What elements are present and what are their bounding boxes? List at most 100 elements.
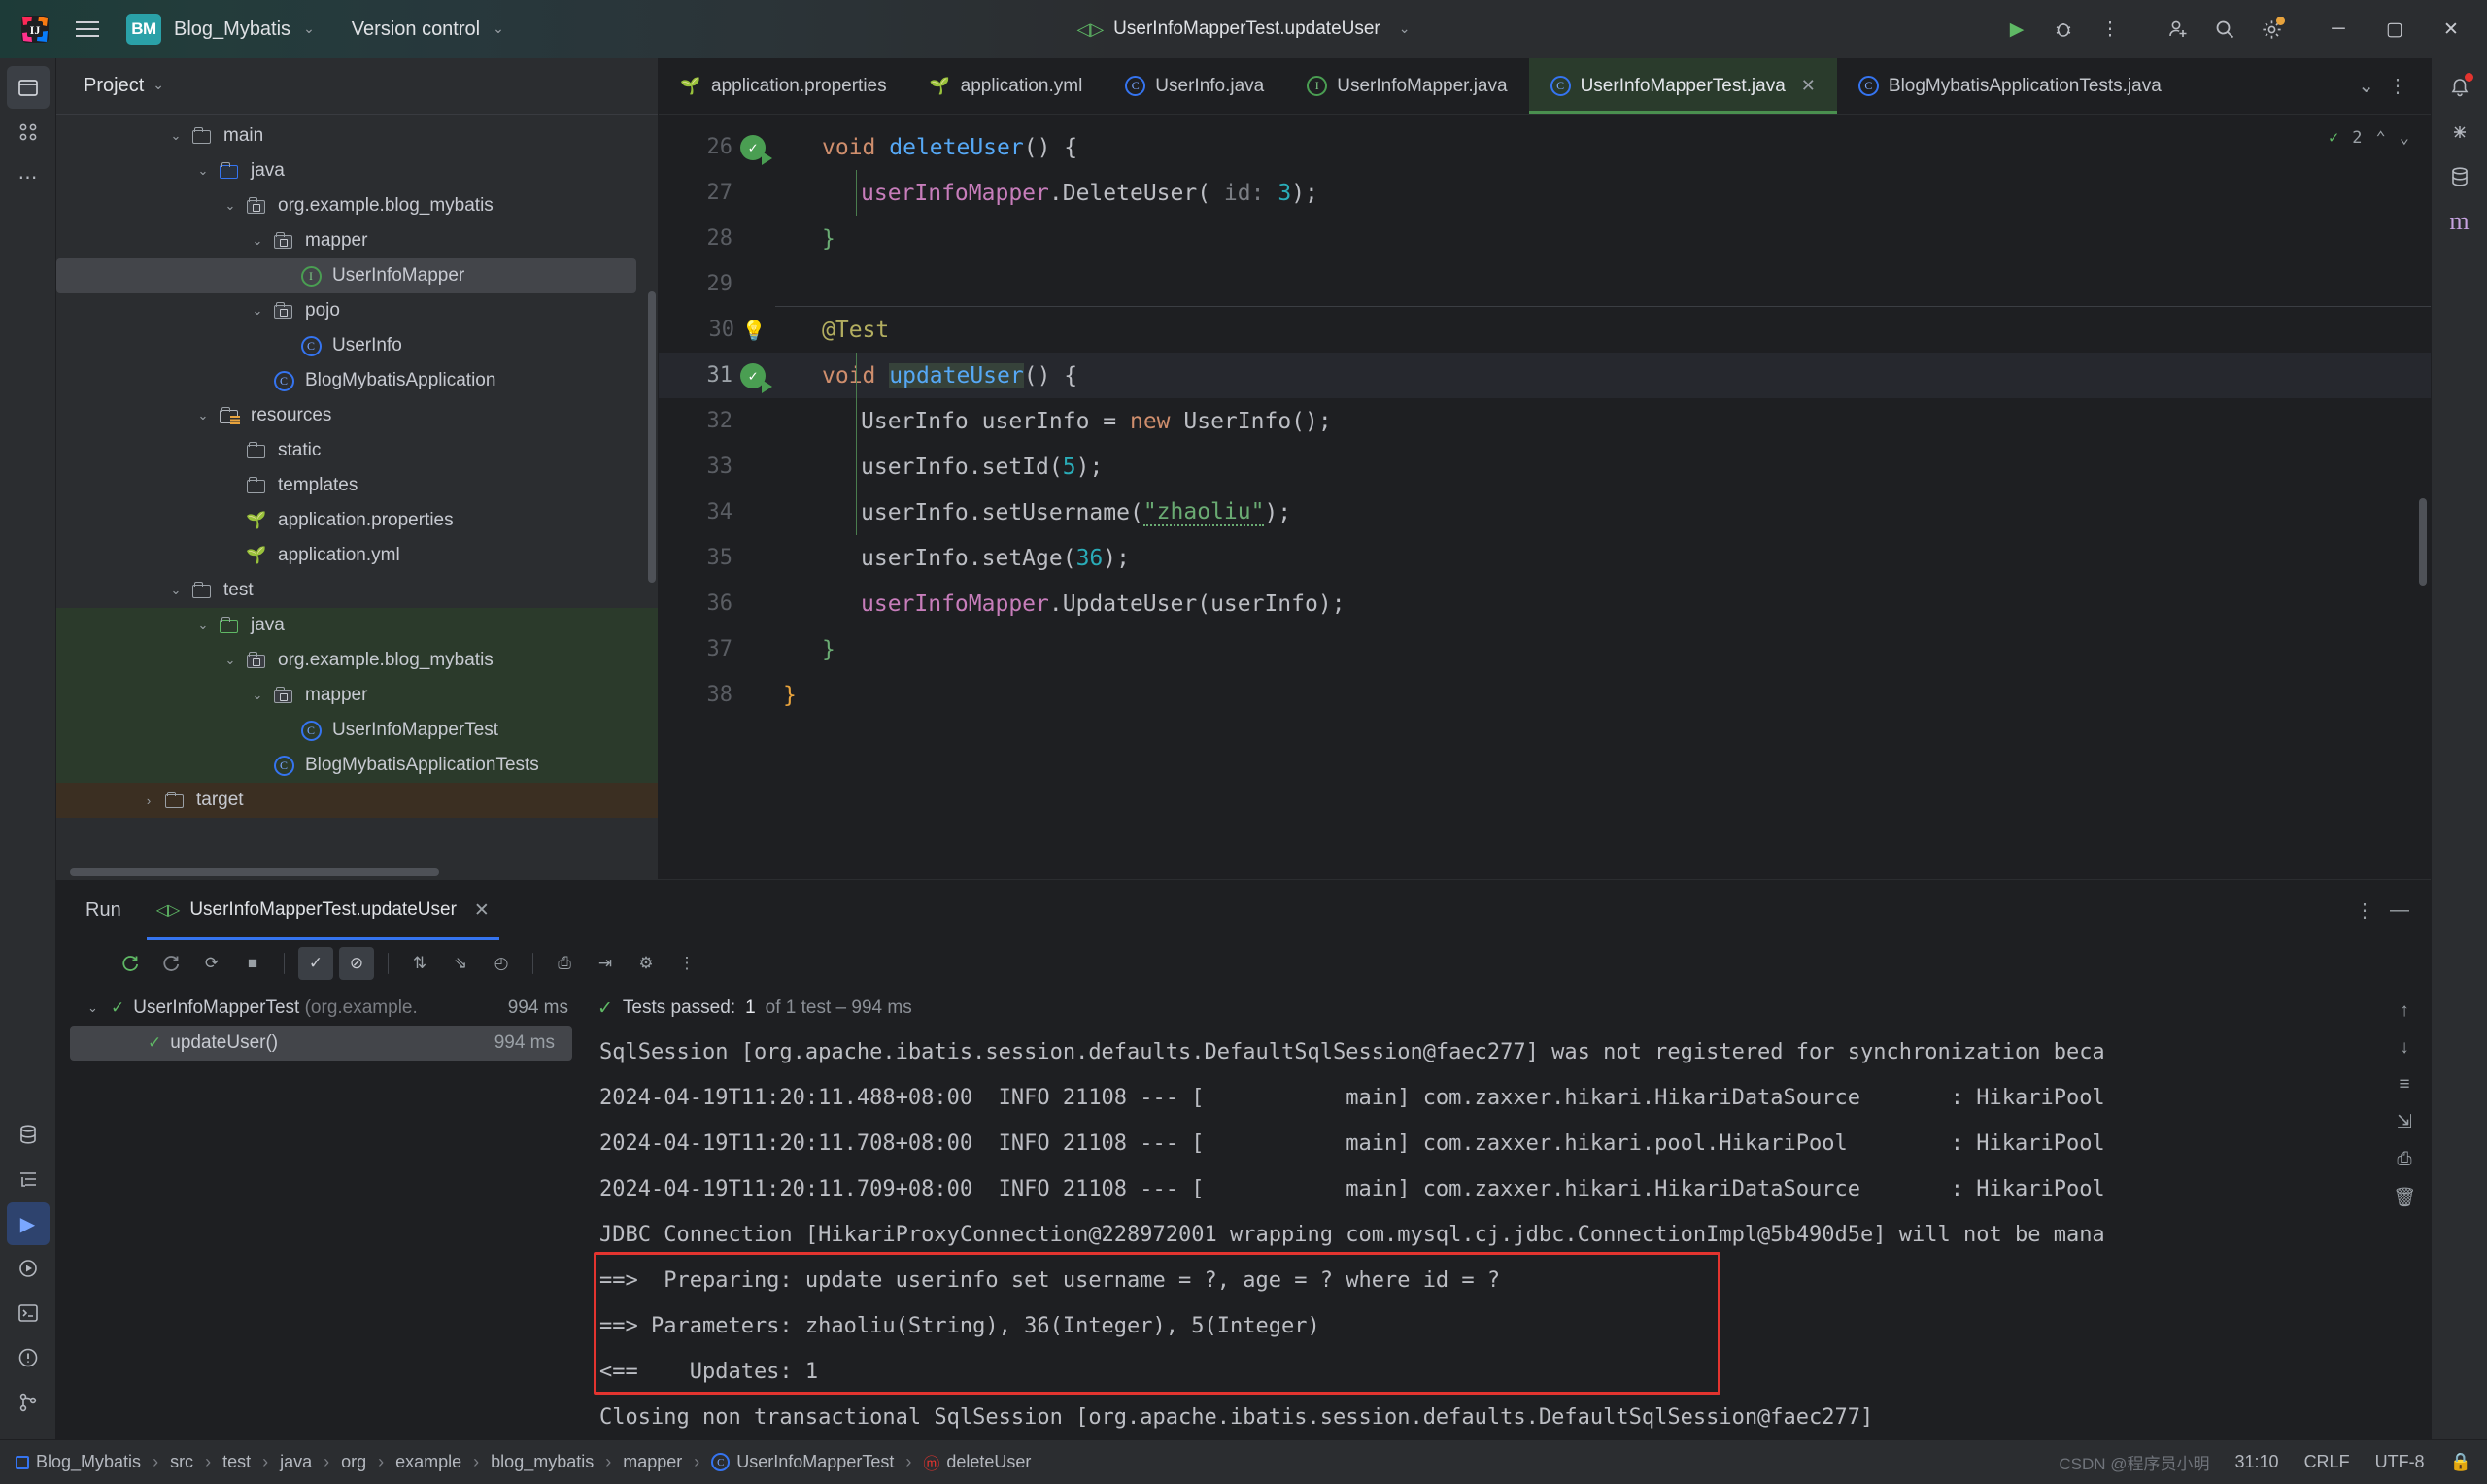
run-panel-hide-icon[interactable]: —: [2390, 899, 2409, 922]
problems-tool-window-icon[interactable]: [7, 1336, 50, 1379]
database-tool-window-icon[interactable]: [7, 1113, 50, 1156]
project-vertical-scrollbar[interactable]: [648, 291, 656, 583]
sort-duration-icon[interactable]: ⇘: [443, 947, 478, 980]
gutter-line-36[interactable]: 36: [659, 581, 775, 626]
clear-all-icon[interactable]: 🗑: [2393, 1186, 2416, 1209]
close-tab-icon[interactable]: ✕: [1801, 76, 1816, 96]
gutter-line-35[interactable]: 35: [659, 535, 775, 581]
tree-node-userinfomappertest[interactable]: C UserInfoMapperTest: [56, 713, 658, 748]
run-tool-window-icon[interactable]: ▶: [6, 1202, 50, 1245]
tree-node-org-example-blog-mybatis[interactable]: ⌄ org.example.blog_mybatis: [56, 188, 658, 223]
tree-node-resources[interactable]: ⌄ resources: [56, 398, 658, 433]
twisty-icon[interactable]: ⌄: [218, 198, 243, 214]
export-icon[interactable]: ⎙: [547, 947, 582, 980]
project-name[interactable]: Blog_Mybatis: [174, 18, 290, 41]
inspection-widget[interactable]: ✓ 2 ⌃ ⌄: [2329, 128, 2409, 148]
print-icon[interactable]: ⎙: [2397, 1149, 2411, 1170]
breadcrumb-item-org[interactable]: org: [341, 1452, 366, 1472]
code-editor[interactable]: 26 ✓ 27 28 29 30 💡 31 ✓ 32 33 34 35 36 37 38 void delet…: [659, 115, 2431, 879]
soft-wrap-icon[interactable]: ≡: [2399, 1074, 2409, 1096]
twisty-icon[interactable]: ›: [136, 793, 161, 808]
breadcrumb-item-src[interactable]: src: [170, 1452, 193, 1472]
maven-icon[interactable]: m: [2438, 200, 2481, 243]
tree-node-application-yml[interactable]: 🌱 application.yml: [56, 538, 658, 573]
editor-tab-userinfo-java[interactable]: C UserInfo.java: [1104, 58, 1285, 114]
editor-tab-blogmybatisapplicationtests-java[interactable]: C BlogMybatisApplicationTests.java: [1837, 58, 2183, 114]
breadcrumb-item-deleteuser[interactable]: ⓜ deleteUser: [923, 1450, 1031, 1474]
terminal-tool-window-icon[interactable]: [7, 1292, 50, 1334]
run-button[interactable]: ▶: [1995, 10, 2038, 49]
gutter-line-28[interactable]: 28: [659, 216, 775, 261]
twisty-icon[interactable]: ⌄: [190, 618, 216, 633]
tree-node-application-properties[interactable]: 🌱 application.properties: [56, 503, 658, 538]
tree-node-mapper[interactable]: ⌄ mapper: [56, 678, 658, 713]
twisty-icon[interactable]: ⌄: [87, 1000, 111, 1016]
breadcrumb-item-userinfomappertest[interactable]: C UserInfoMapperTest: [711, 1452, 894, 1472]
more-actions-icon[interactable]: ⋮: [2089, 10, 2131, 49]
close-button[interactable]: ✕: [2425, 9, 2477, 50]
tree-node-templates[interactable]: templates: [56, 468, 658, 503]
breadcrumb-item-test[interactable]: test: [222, 1452, 251, 1472]
project-horizontal-scrollbar[interactable]: [70, 868, 439, 876]
scroll-up-icon[interactable]: ↑: [2400, 1000, 2409, 1022]
tree-node-java[interactable]: ⌄ java: [56, 608, 658, 643]
twisty-icon[interactable]: ⌄: [245, 688, 270, 703]
sort-icon[interactable]: ⇅: [402, 947, 437, 980]
intention-bulb-icon[interactable]: 💡: [742, 319, 767, 342]
database-right-icon[interactable]: [2438, 155, 2481, 198]
settings-icon[interactable]: ⚙: [629, 947, 664, 980]
tree-node-blogmybatisapplication[interactable]: C BlogMybatisApplication: [56, 363, 658, 398]
next-problem-icon[interactable]: ⌄: [2400, 128, 2409, 148]
tab-list-chevron-down-icon[interactable]: ⌄: [2358, 74, 2374, 98]
gutter-line-27[interactable]: 27: [659, 170, 775, 216]
history-icon[interactable]: ◴: [484, 947, 519, 980]
account-icon[interactable]: [2157, 10, 2199, 49]
run-test-gutter-icon[interactable]: ✓: [740, 362, 772, 393]
twisty-icon[interactable]: ⌄: [218, 653, 243, 668]
breadcrumb-item-example[interactable]: example: [395, 1452, 461, 1472]
more-tool-windows-icon[interactable]: ⋯: [7, 155, 50, 198]
project-panel-header[interactable]: Project ⌄: [56, 58, 658, 115]
search-icon[interactable]: [2203, 10, 2246, 49]
hide-ignored-icon[interactable]: ⊘: [339, 947, 374, 980]
gutter-line-32[interactable]: 32: [659, 398, 775, 444]
gutter-line-33[interactable]: 33: [659, 444, 775, 489]
caret-position[interactable]: 31:10: [2235, 1452, 2279, 1472]
tree-node-static[interactable]: static: [56, 433, 658, 468]
run-panel-options-icon[interactable]: ⋮: [2355, 898, 2374, 923]
breadcrumb-item-java[interactable]: java: [280, 1452, 312, 1472]
prev-problem-icon[interactable]: ⌃: [2376, 128, 2386, 148]
close-session-icon[interactable]: ✕: [474, 899, 490, 922]
commit-tool-window-icon[interactable]: [7, 111, 50, 153]
twisty-icon[interactable]: ⌄: [163, 128, 188, 144]
twisty-icon[interactable]: ⌄: [245, 303, 270, 319]
gutter-line-37[interactable]: 37: [659, 626, 775, 672]
open-icon[interactable]: ⇥: [588, 947, 623, 980]
rerun-icon[interactable]: [113, 947, 148, 980]
maximize-button[interactable]: ▢: [2368, 9, 2421, 50]
code-content[interactable]: void deleteUser() { userInfoMapper. Delet…: [775, 115, 2431, 879]
project-panel-chevron-down-icon[interactable]: ⌄: [153, 77, 164, 93]
vcs-chevron-down-icon[interactable]: ⌄: [493, 20, 504, 37]
structure-tool-window-icon[interactable]: [7, 1158, 50, 1200]
tree-node-main[interactable]: ⌄ main: [56, 118, 658, 153]
more-options-icon[interactable]: ⋮: [669, 947, 704, 980]
tree-node-mapper[interactable]: ⌄ mapper: [56, 223, 658, 258]
gutter-line-30[interactable]: 30 💡: [659, 307, 775, 353]
tree-node-userinfomapper[interactable]: I UserInfoMapper: [56, 258, 636, 293]
twisty-icon[interactable]: ⌄: [163, 583, 188, 598]
line-separator[interactable]: CRLF: [2304, 1452, 2350, 1472]
editor-vertical-scrollbar[interactable]: [2419, 498, 2427, 586]
test-row-userinfomappertest[interactable]: ⌄ ✓ UserInfoMapperTest (org.example. 994 ms: [56, 991, 586, 1026]
editor-tab-bar[interactable]: 🌱 application.properties 🌱 application.yml C…: [659, 58, 2431, 115]
file-encoding[interactable]: UTF-8: [2375, 1452, 2425, 1472]
tree-node-java[interactable]: ⌄ java: [56, 153, 658, 188]
run-config-chevron-down-icon[interactable]: ⌄: [1399, 20, 1411, 37]
project-tree[interactable]: ⌄ main ⌄ java ⌄ org.example.blog_mybatis ⌄ mapp…: [56, 115, 658, 879]
minimize-button[interactable]: ─: [2312, 9, 2365, 50]
tree-node-userinfo[interactable]: C UserInfo: [56, 328, 658, 363]
gutter-line-26[interactable]: 26 ✓: [659, 124, 775, 170]
breadcrumb-item-blog-mybatis[interactable]: blog_mybatis: [491, 1452, 594, 1472]
tab-options-icon[interactable]: ⋮: [2378, 74, 2417, 98]
version-control-label[interactable]: Version control: [352, 18, 480, 41]
